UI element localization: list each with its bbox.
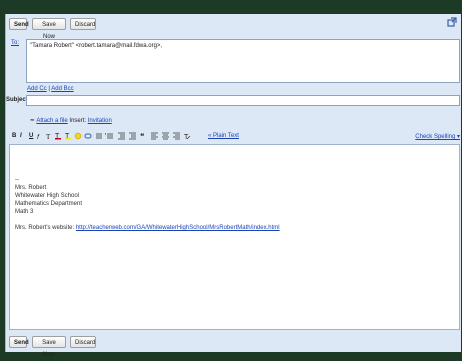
body-line: Mathematics Department [15, 201, 83, 207]
align-right-icon[interactable] [173, 132, 180, 140]
italic-button[interactable]: I [20, 131, 22, 141]
attach-row: ✒ Attach a file Insert: Invitation [30, 117, 112, 124]
align-center-icon[interactable] [162, 132, 169, 140]
to-field-value: "Tamara Robert" <robert.tamara@mail.fdwa… [30, 43, 163, 49]
compose-window: Send Save Now Discard To: "Tamara Robert… [5, 14, 461, 358]
text-color-icon[interactable]: T [55, 133, 61, 140]
website-label: Mrs. Robert's website: [15, 225, 75, 231]
message-body[interactable]: -- Mrs. Robert Whitewater High School Ma… [9, 144, 460, 330]
svg-text:❝: ❝ [140, 132, 144, 140]
indent-more-icon[interactable] [129, 132, 136, 140]
numbered-list-icon[interactable] [96, 133, 102, 139]
font-size-icon[interactable]: T [46, 133, 51, 140]
remove-formatting-icon[interactable]: T [184, 134, 191, 140]
formatting-toolbar: B I U 𝑓 T T T ❝ T « Plain Text Check Spe… [10, 131, 460, 141]
link-icon[interactable] [84, 133, 92, 139]
highlight-icon[interactable]: T [65, 133, 71, 140]
save-now-button-bottom[interactable]: Save Now [32, 336, 66, 358]
emoticon-icon[interactable] [74, 132, 82, 140]
body-line: Whitewater High School [15, 193, 80, 199]
popout-icon[interactable] [447, 17, 457, 27]
align-left-icon[interactable] [151, 132, 158, 140]
bold-button[interactable]: B [12, 131, 16, 141]
invitation-link[interactable]: Invitation [88, 118, 112, 124]
body-line: -- [15, 177, 19, 183]
svg-text:T: T [184, 134, 189, 140]
top-toolbar: Send Save Now Discard [6, 14, 461, 40]
to-label-link[interactable]: To: [11, 40, 19, 46]
add-cc-link[interactable]: Add Cc [27, 86, 47, 92]
bulleted-list-icon[interactable] [104, 133, 113, 139]
website-line: Mrs. Robert's website: http://teacherweb… [15, 225, 280, 231]
attach-paperclip-icon: ✒ [30, 118, 36, 124]
add-bcc-link[interactable]: Add Bcc [51, 86, 73, 92]
indent-less-icon[interactable] [118, 132, 125, 140]
send-button[interactable]: Send [9, 18, 29, 30]
bottom-toolbar: Send Save Now Discard [6, 332, 461, 358]
font-icon[interactable]: 𝑓 [37, 133, 40, 140]
underline-button[interactable]: U [29, 131, 33, 141]
svg-text:T: T [46, 133, 51, 140]
subject-field[interactable] [26, 95, 460, 106]
format-icons-strip: 𝑓 T T T ❝ T [37, 132, 191, 140]
quote-icon[interactable]: ❝ [140, 132, 144, 140]
svg-text:𝑓: 𝑓 [37, 133, 40, 140]
discard-button[interactable]: Discard [70, 18, 96, 30]
plain-text-link[interactable]: « Plain Text [208, 133, 239, 139]
body-line: Math 3 [15, 209, 34, 215]
insert-label: Insert: [69, 118, 87, 124]
save-now-button[interactable]: Save Now [32, 18, 66, 40]
to-field[interactable]: "Tamara Robert" <robert.tamara@mail.fdwa… [26, 39, 460, 83]
cc-bcc-links: Add Cc | Add Bcc [27, 86, 74, 92]
attach-file-link[interactable]: Attach a file [36, 118, 67, 124]
check-spelling-link[interactable]: Check Spelling ▾ [415, 133, 460, 140]
send-button-bottom[interactable]: Send [9, 336, 29, 348]
discard-button-bottom[interactable]: Discard [70, 336, 96, 348]
body-line: Mrs. Robert [15, 185, 47, 191]
website-link[interactable]: http://teacherweb.com/GA/WhitewaterHighS… [76, 225, 280, 231]
